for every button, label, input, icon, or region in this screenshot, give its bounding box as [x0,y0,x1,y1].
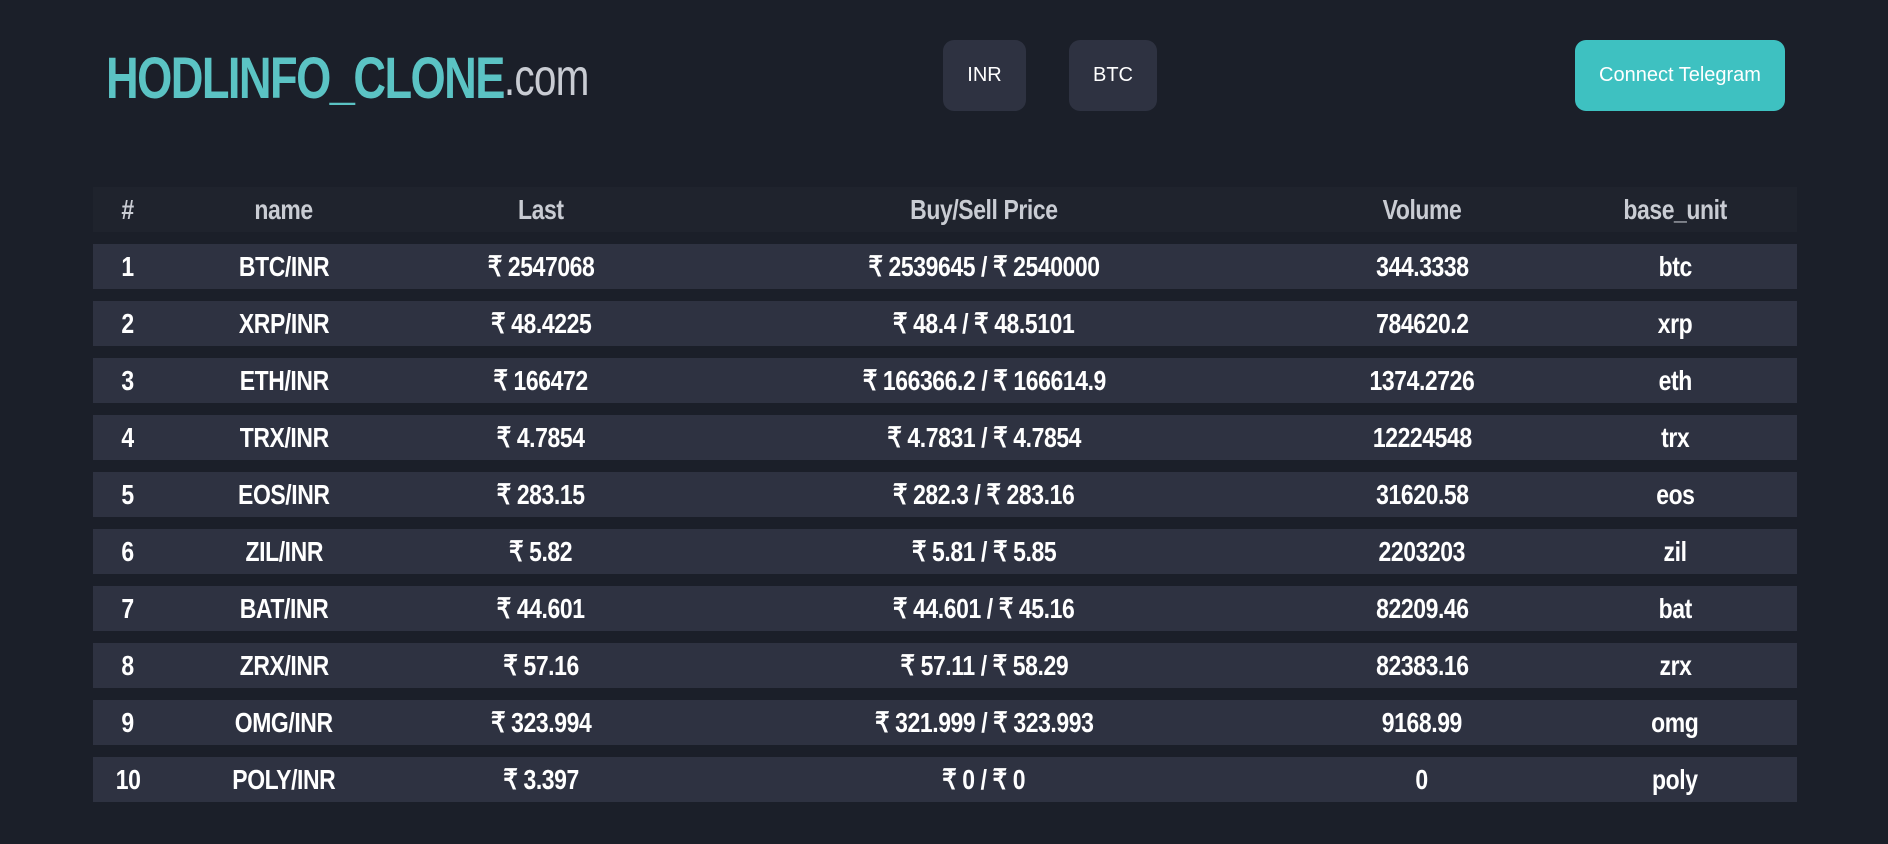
column-header-base-unit: base_unit [1623,193,1727,225]
cell-buy-sell-price: ₹ 5.81 / ₹ 5.85 [911,536,1057,567]
cell-index: 1 [121,250,135,282]
cell-index: 6 [121,535,135,567]
cell-pair-name: POLY/INR [232,763,336,795]
cell-buy-sell-price: ₹ 166366.2 / ₹ 166614.9 [862,365,1106,396]
cell-last-price: ₹ 44.601 [497,593,585,624]
table-row: 5 EOS/INR ₹ 283.15 ₹ 282.3 / ₹ 283.16 31620.… [93,472,1797,517]
cell-base-unit: xrp [1657,307,1693,339]
cell-volume: 784620.2 [1375,307,1469,339]
cell-index: 4 [121,421,135,453]
table-row: 1 BTC/INR ₹ 2547068 ₹ 2539645 / ₹ 2540000 34… [93,244,1797,289]
cell-volume: 1374.2726 [1369,364,1475,396]
cell-pair-name: XRP/INR [238,307,330,339]
cell-base-unit: omg [1651,706,1699,738]
table-row: 6 ZIL/INR ₹ 5.82 ₹ 5.81 / ₹ 5.85 2203203 zil [93,529,1797,574]
cell-last-price: ₹ 283.15 [497,479,585,510]
table-row: 4 TRX/INR ₹ 4.7854 ₹ 4.7831 / ₹ 4.7854 12224… [93,415,1797,460]
cell-pair-name: BTC/INR [238,250,330,282]
cell-buy-sell-price: ₹ 282.3 / ₹ 283.16 [893,479,1075,510]
site-logo[interactable]: HODLINFO_CLONE .com [106,36,589,120]
cell-last-price: ₹ 166472 [493,365,589,396]
cell-pair-name: TRX/INR [239,421,329,453]
column-header-last: Last [518,193,564,225]
cell-index: 3 [121,364,135,396]
cell-volume: 82209.46 [1375,592,1469,624]
cell-last-price: ₹ 323.994 [490,707,592,738]
cell-pair-name: OMG/INR [235,706,333,738]
cell-base-unit: btc [1658,250,1692,282]
table-row: 3 ETH/INR ₹ 166472 ₹ 166366.2 / ₹ 166614.9 1… [93,358,1797,403]
cell-pair-name: EOS/INR [238,478,330,510]
cell-volume: 0 [1415,763,1429,795]
cell-index: 5 [121,478,135,510]
cell-index: 2 [121,307,135,339]
table-row: 8 ZRX/INR ₹ 57.16 ₹ 57.11 / ₹ 58.29 82383.16… [93,643,1797,688]
table-row: 7 BAT/INR ₹ 44.601 ₹ 44.601 / ₹ 45.16 82209.… [93,586,1797,631]
cell-buy-sell-price: ₹ 57.11 / ₹ 58.29 [900,650,1068,681]
table-row: 10 POLY/INR ₹ 3.397 ₹ 0 / ₹ 0 0 poly [93,757,1797,802]
cell-base-unit: zrx [1659,649,1691,681]
table-row: 2 XRP/INR ₹ 48.4225 ₹ 48.4 / ₹ 48.5101 78462… [93,301,1797,346]
currency-btc-button[interactable]: BTC [1069,40,1157,111]
crypto-price-table: # name Last Buy/Sell Price Volume base_u… [93,187,1797,814]
cell-last-price: ₹ 3.397 [503,764,579,795]
connect-telegram-button[interactable]: Connect Telegram [1575,40,1785,111]
logo-main-text: HODLINFO_CLONE [106,45,505,111]
table-header-row: # name Last Buy/Sell Price Volume base_u… [93,187,1797,232]
cell-volume: 9168.99 [1381,706,1463,738]
cell-index: 7 [121,592,135,624]
cell-last-price: ₹ 4.7854 [497,422,585,453]
logo-tld-text: .com [503,49,590,107]
cell-index: 8 [121,649,135,681]
cell-buy-sell-price: ₹ 2539645 / ₹ 2540000 [868,251,1100,282]
cell-volume: 12224548 [1372,421,1472,453]
cell-base-unit: trx [1660,421,1690,453]
cell-pair-name: ETH/INR [239,364,329,396]
cell-buy-sell-price: ₹ 0 / ₹ 0 [942,764,1026,795]
column-header-buy-sell: Buy/Sell Price [910,193,1058,225]
column-header-name: name [254,193,314,225]
cell-index: 10 [115,763,141,795]
cell-last-price: ₹ 48.4225 [490,308,592,339]
cell-volume: 344.3338 [1375,250,1469,282]
cell-last-price: ₹ 2547068 [487,251,595,282]
cell-volume: 31620.58 [1375,478,1469,510]
cell-base-unit: bat [1658,592,1692,624]
cell-last-price: ₹ 57.16 [503,650,579,681]
cell-buy-sell-price: ₹ 48.4 / ₹ 48.5101 [893,308,1075,339]
cell-buy-sell-price: ₹ 44.601 / ₹ 45.16 [893,593,1075,624]
cell-index: 9 [121,706,135,738]
cell-pair-name: ZIL/INR [245,535,323,567]
cell-pair-name: BAT/INR [239,592,329,624]
cell-volume: 2203203 [1378,535,1466,567]
cell-pair-name: ZRX/INR [239,649,329,681]
cell-buy-sell-price: ₹ 4.7831 / ₹ 4.7854 [887,422,1081,453]
cell-last-price: ₹ 5.82 [509,536,573,567]
column-header-index: # [121,193,135,225]
cell-base-unit: eth [1658,364,1692,396]
column-header-volume: Volume [1382,193,1462,225]
currency-inr-button[interactable]: INR [943,40,1026,111]
cell-base-unit: eos [1655,478,1695,510]
table-row: 9 OMG/INR ₹ 323.994 ₹ 321.999 / ₹ 323.993 91… [93,700,1797,745]
cell-base-unit: poly [1652,763,1698,795]
cell-volume: 82383.16 [1375,649,1469,681]
cell-base-unit: zil [1663,535,1687,567]
cell-buy-sell-price: ₹ 321.999 / ₹ 323.993 [874,707,1094,738]
